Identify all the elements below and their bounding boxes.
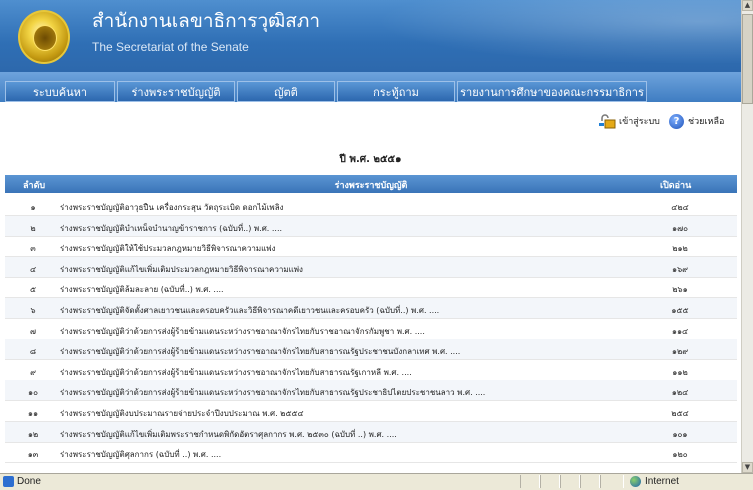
table-row: ๓ ร่างพระราชบัญญัติให้ใช้ประมวลกฎหมายวิธี…: [5, 236, 737, 258]
row-number: ๘: [29, 347, 37, 357]
status-cell: [600, 475, 624, 488]
help-button[interactable]: ? ช่วยเหลือ: [669, 111, 729, 133]
scroll-up-button[interactable]: ▲: [742, 0, 753, 11]
table-row: ๑ ร่างพระราชบัญญัติอาวุธปืน เครื่องกระสุน…: [5, 195, 737, 216]
table-row: ๕ ร่างพระราชบัญญัติล้มละลาย (ฉบับที่..) พ…: [5, 277, 737, 299]
table-row: ๑๑ ร่างพระราชบัญญัติงบประมาณรายจ่ายประจำป…: [5, 401, 737, 422]
bill-title-link[interactable]: ร่างพระราชบัญญัติงบประมาณรายจ่ายประจำปีง…: [60, 407, 304, 420]
status-text: Done: [17, 476, 41, 487]
view-count: ๑๕๕: [671, 306, 689, 315]
table-row: ๗ ร่างพระราชบัญญัติว่าด้วยการส่งผู้ร้ายข้…: [5, 319, 737, 340]
view-count: ๑๒๔: [671, 388, 689, 398]
row-number: ๔: [29, 264, 37, 274]
table-row: ๒ ร่างพระราชบัญญัติบำเหน็จบำนาญข้าราชการ …: [5, 215, 737, 237]
bill-title-link[interactable]: ร่างพระราชบัญญัติว่าด้วยการส่งผู้ร้ายข้า…: [60, 345, 460, 358]
nav-item-motions[interactable]: ญัตติ: [237, 81, 335, 102]
help-label: ช่วยเหลือ: [688, 117, 725, 127]
table-header: ลำดับ ร่างพระราชบัญญัติ เปิดอ่าน: [5, 175, 737, 193]
page-tools: เข้าสู่ระบบ ? ช่วยเหลือ: [599, 111, 729, 133]
scroll-down-button[interactable]: ▼: [742, 462, 753, 473]
view-count: ๒๖๑: [672, 285, 688, 295]
bill-title-link[interactable]: ร่างพระราชบัญญัติศุลกากร (ฉบับที่ ..) พ.…: [60, 448, 221, 461]
row-number: ๒: [30, 223, 36, 233]
view-count: ๑๑๔: [671, 326, 689, 336]
senate-emblem-logo: [18, 10, 70, 64]
year-title: ปี พ.ศ. ๒๕๕๑: [339, 154, 402, 165]
view-count: ๑๖๙: [671, 264, 688, 274]
row-number: ๑๑: [27, 409, 39, 418]
table-row: ๘ ร่างพระราชบัญญัติว่าด้วยการส่งผู้ร้ายข้…: [5, 339, 737, 361]
site-header: สำนักงานเลขาธิการวุฒิสภา The Secretariat…: [0, 0, 741, 72]
table-row: ๑๐ ร่างพระราชบัญญัติว่าด้วยการส่งผู้ร้ายข…: [5, 380, 737, 402]
status-cell: [560, 475, 580, 488]
site-subtitle: The Secretariat of the Senate: [92, 40, 249, 54]
nav-item-search[interactable]: ระบบค้นหา: [5, 81, 115, 102]
row-number: ๑๓: [27, 450, 39, 460]
nav-item-bills[interactable]: ร่างพระราชบัญญัติ: [117, 81, 235, 102]
bill-title-link[interactable]: ร่างพระราชบัญญัติว่าด้วยการส่งผู้ร้ายข้า…: [60, 386, 485, 399]
site-title: สำนักงานเลขาธิการวุฒิสภา: [92, 10, 321, 32]
bill-title-link[interactable]: ร่างพระราชบัญญัติว่าด้วยการส่งผู้ร้ายข้า…: [60, 325, 425, 338]
status-cell: [540, 475, 560, 488]
view-count: ๔๒๔: [671, 203, 689, 212]
view-count: ๑๐๑: [672, 429, 688, 439]
header-decoration: [321, 0, 741, 72]
status-cell: [520, 475, 540, 488]
nav-item-committee-reports[interactable]: รายงานการศึกษาของคณะกรรมาธิการ: [457, 81, 647, 102]
view-count: ๒๕๔: [671, 409, 689, 418]
view-count: ๑๗๐: [672, 223, 688, 233]
row-number: ๑: [30, 203, 36, 212]
bill-title-link[interactable]: ร่างพระราชบัญญัติล้มละลาย (ฉบับที่..) พ.…: [60, 283, 224, 296]
main-nav: ระบบค้นหา ร่างพระราชบัญญัติ ญัตติ กระทู้…: [0, 72, 741, 102]
bill-title-link[interactable]: ร่างพระราชบัญญัติแก้ไขเพิ่มเติมประมวลกฎห…: [60, 263, 303, 276]
bill-title-link[interactable]: ร่างพระราชบัญญัติอาวุธปืน เครื่องกระสุน …: [60, 201, 284, 214]
view-count: ๒๑๒: [672, 244, 688, 254]
row-number: ๑๒: [27, 429, 39, 439]
table-row: ๑๓ ร่างพระราชบัญญัติศุลกากร (ฉบับที่ ..) …: [5, 442, 737, 464]
bill-title-link[interactable]: ร่างพระราชบัญญัติบำเหน็จบำนาญข้าราชการ (…: [60, 222, 282, 235]
help-icon: ?: [669, 114, 684, 129]
table-row: ๑๒ ร่างพระราชบัญญัติแก้ไขเพิ่มเติมพระราชก…: [5, 421, 737, 443]
row-number: ๓: [30, 244, 36, 254]
login-button[interactable]: เข้าสู่ระบบ: [599, 111, 661, 133]
bill-title-link[interactable]: ร่างพระราชบัญญัติว่าด้วยการส่งผู้ร้ายข้า…: [60, 366, 412, 379]
row-number: ๙: [30, 367, 36, 377]
table-row: ๔ ร่างพระราชบัญญัติแก้ไขเพิ่มเติมประมวลกฎ…: [5, 256, 737, 278]
nav-item-questions[interactable]: กระทู้ถาม: [337, 81, 455, 102]
page-viewport: สำนักงานเลขาธิการวุฒิสภา The Secretariat…: [0, 0, 741, 473]
view-count: ๑๑๒: [672, 367, 688, 377]
header-name: ร่างพระราชบัญญัติ: [334, 181, 408, 191]
page-icon: [3, 476, 14, 487]
bill-title-link[interactable]: ร่างพระราชบัญญัติจัดตั้งศาลเยาวชนและครอบ…: [60, 304, 439, 317]
row-number: ๕: [29, 285, 37, 295]
table-row: ๙ ร่างพระราชบัญญัติว่าด้วยการส่งผู้ร้ายข้…: [5, 360, 737, 381]
table-row: ๖ ร่างพระราชบัญญัติจัดตั้งศาลเยาวชนและครอ…: [5, 298, 737, 319]
zone-text: Internet: [645, 476, 679, 487]
emblem-center: [33, 25, 57, 51]
row-number: ๖: [30, 306, 36, 315]
browser-statusbar: Done Internet: [0, 473, 753, 490]
scroll-thumb[interactable]: [742, 14, 753, 104]
status-cell: [580, 475, 600, 488]
view-count: ๑๒๐: [672, 450, 688, 460]
lock-icon: [599, 114, 616, 129]
row-number: ๑๐: [28, 388, 38, 398]
vertical-scrollbar[interactable]: ▲ ▼: [741, 0, 753, 473]
internet-zone-icon: [630, 476, 641, 487]
bill-title-link[interactable]: ร่างพระราชบัญญัติให้ใช้ประมวลกฎหมายวิธีพ…: [60, 242, 275, 255]
view-count: ๑๒๙: [671, 347, 689, 357]
bill-title-link[interactable]: ร่างพระราชบัญญัติแก้ไขเพิ่มเติมพระราชกำห…: [60, 428, 397, 441]
header-views: เปิดอ่าน: [660, 181, 692, 191]
row-number: ๗: [29, 326, 36, 336]
login-label: เข้าสู่ระบบ: [619, 117, 660, 127]
